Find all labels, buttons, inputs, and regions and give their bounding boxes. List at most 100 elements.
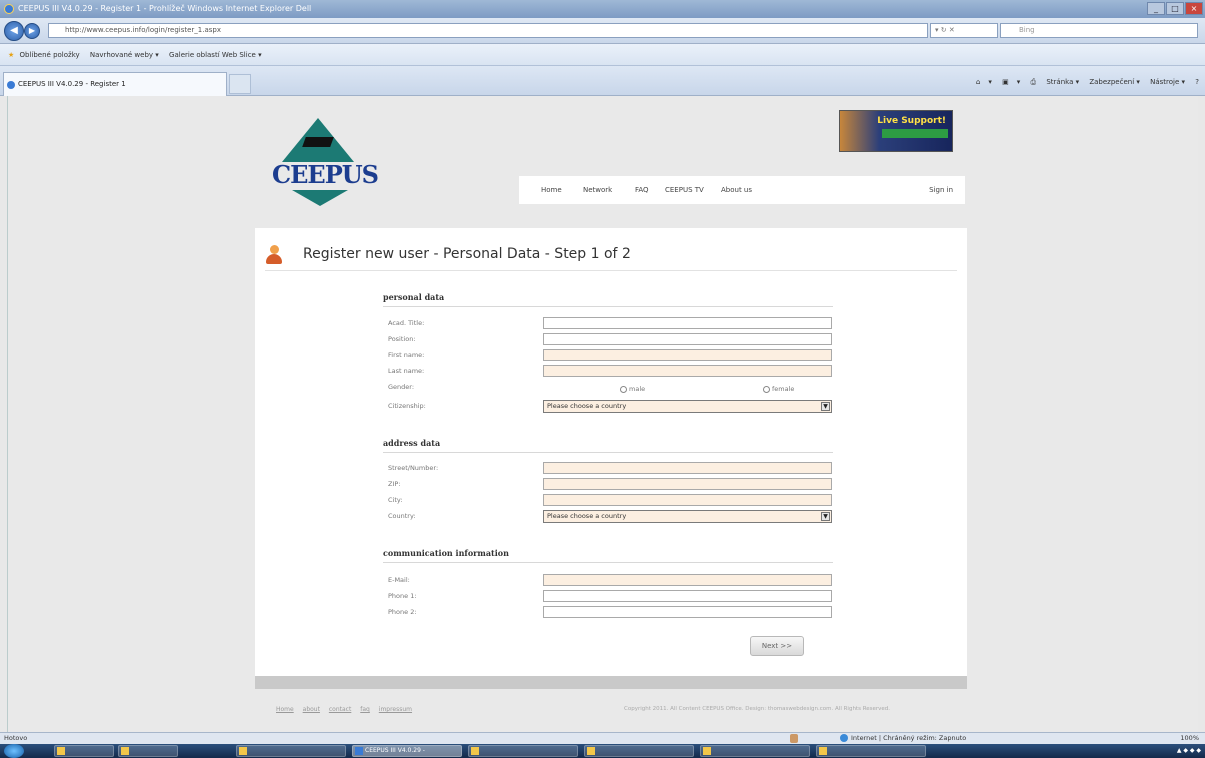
nav-about-us[interactable]: About us [721, 176, 752, 204]
label-zip: ZIP: [388, 480, 401, 488]
favorites-star-icon[interactable]: ★ [8, 51, 14, 59]
security-shield-icon[interactable] [790, 734, 798, 743]
label-last-name: Last name: [388, 367, 425, 375]
start-button[interactable] [4, 744, 24, 758]
citizenship-select[interactable]: Please choose a country ▼ [543, 400, 832, 413]
section-address-data: address data [383, 438, 441, 448]
internet-explorer-icon [355, 747, 363, 755]
taskbar-item[interactable] [54, 745, 114, 757]
position-input[interactable] [543, 333, 832, 345]
maximize-button[interactable]: □ [1166, 2, 1184, 15]
new-tab-button[interactable] [229, 74, 251, 94]
safety-menu[interactable]: Zabezpečení ▾ [1089, 78, 1140, 86]
taskbar-item-active[interactable]: CEEPUS III V4.0.29 - [352, 745, 462, 757]
system-tray[interactable]: ▲ ◆ ◆ ◆ [1177, 745, 1201, 757]
security-zone[interactable]: Internet | Chráněný režim: Zapnuto [840, 733, 966, 744]
command-bar: ⌂ ▾ ▣ ▾ ⎙ Stránka ▾ Zabezpečení ▾ Nástroje… [968, 74, 1199, 90]
first-name-input[interactable] [543, 349, 832, 361]
close-button[interactable]: × [1185, 2, 1203, 15]
panel-footer-bar [255, 676, 967, 689]
address-input[interactable]: http://www.ceepus.info/login/register_1.… [48, 23, 928, 38]
gender-female-radio[interactable]: female [763, 385, 794, 393]
feeds-icon[interactable]: ▣ [1002, 78, 1009, 86]
footer-link-impressum[interactable]: impressum [379, 706, 412, 713]
logo-text: CEEPUS [272, 160, 379, 189]
gender-male-radio[interactable]: male [620, 385, 645, 393]
footer-links: Home about contact faq impressum [276, 706, 419, 713]
chevron-down-icon: ▼ [821, 402, 830, 411]
registration-panel: Register new user - Personal Data - Step… [255, 228, 967, 676]
country-selected: Please choose a country [547, 512, 627, 520]
user-icon [265, 245, 283, 265]
zoom-level[interactable]: 100% [1180, 733, 1199, 744]
fav-item-web-slice[interactable]: Galerie oblastí Web Slice ▾ [169, 51, 262, 59]
city-input[interactable] [543, 494, 832, 506]
label-phone1: Phone 1: [388, 592, 417, 600]
page-favicon-icon [7, 81, 15, 89]
app-icon [239, 747, 247, 755]
label-country: Country: [388, 512, 416, 520]
taskbar-item[interactable] [700, 745, 810, 757]
label-position: Position: [388, 335, 416, 343]
nav-network[interactable]: Network [583, 176, 612, 204]
zip-input[interactable] [543, 478, 832, 490]
favorites-bar: ★ Oblíbené položky Navrhované weby ▾ Gal… [0, 44, 1205, 66]
nav-faq[interactable]: FAQ [635, 176, 649, 204]
favorites-button[interactable]: Oblíbené položky [20, 51, 80, 59]
phone2-input[interactable] [543, 606, 832, 618]
app-icon [703, 747, 711, 755]
globe-icon [840, 734, 848, 742]
live-support-banner[interactable]: Live Support! [839, 110, 953, 152]
live-support-status-bar [882, 129, 948, 138]
chevron-down-icon: ▼ [821, 512, 830, 521]
label-phone2: Phone 2: [388, 608, 417, 616]
zone-label: Internet | Chráněný režim: Zapnuto [851, 734, 967, 742]
last-name-input[interactable] [543, 365, 832, 377]
back-button[interactable]: ◀ [4, 21, 24, 41]
ceepus-logo[interactable]: CEEPUS [268, 112, 386, 208]
internet-explorer-icon [4, 4, 14, 14]
tab-label: CEEPUS III V4.0.29 - Register 1 [18, 80, 126, 88]
nav-home[interactable]: Home [541, 176, 562, 204]
street-input[interactable] [543, 462, 832, 474]
refresh-stop-buttons[interactable]: ▾ ↻ ✕ [930, 23, 998, 38]
forward-button[interactable]: ▶ [24, 23, 40, 39]
label-gender: Gender: [388, 383, 415, 391]
taskbar-item[interactable] [816, 745, 926, 757]
taskbar-item[interactable] [584, 745, 694, 757]
title-divider [265, 270, 957, 271]
fav-item-suggested-sites[interactable]: Navrhované weby ▾ [90, 51, 159, 59]
radio-dot [763, 385, 770, 393]
feeds-dropdown[interactable]: ▾ [1017, 78, 1021, 86]
home-icon[interactable]: ⌂ [976, 78, 980, 86]
page-title: Register new user - Personal Data - Step… [303, 246, 631, 262]
footer-link-contact[interactable]: contact [329, 706, 351, 713]
footer-link-home[interactable]: Home [276, 706, 294, 713]
app-icon [819, 747, 827, 755]
search-input[interactable]: Bing [1000, 23, 1198, 38]
page-menu[interactable]: Stránka ▾ [1046, 78, 1079, 86]
footer-link-about[interactable]: about [303, 706, 320, 713]
label-street: Street/Number: [388, 464, 439, 472]
phone1-input[interactable] [543, 590, 832, 602]
taskbar-item[interactable] [118, 745, 178, 757]
minimize-button[interactable]: _ [1147, 2, 1165, 15]
country-select[interactable]: Please choose a country ▼ [543, 510, 832, 523]
tools-menu[interactable]: Nástroje ▾ [1150, 78, 1185, 86]
footer-link-faq[interactable]: faq [360, 706, 370, 713]
next-button[interactable]: Next >> [750, 636, 804, 656]
windows-taskbar: CEEPUS III V4.0.29 - ▲ ◆ ◆ ◆ [0, 744, 1205, 758]
app-icon [121, 747, 129, 755]
email-input[interactable] [543, 574, 832, 586]
label-email: E-Mail: [388, 576, 410, 584]
window-title: CEEPUS III V4.0.29 - Register 1 - Prohlí… [18, 4, 312, 13]
help-icon[interactable]: ? [1195, 78, 1199, 86]
acad-title-input[interactable] [543, 317, 832, 329]
home-dropdown[interactable]: ▾ [988, 78, 992, 86]
nav-ceepus-tv[interactable]: CEEPUS TV [665, 176, 704, 204]
taskbar-item[interactable] [468, 745, 578, 757]
taskbar-item[interactable] [236, 745, 346, 757]
print-icon[interactable]: ⎙ [1031, 78, 1037, 86]
sign-in-link[interactable]: Sign in [929, 176, 953, 204]
tab-register[interactable]: CEEPUS III V4.0.29 - Register 1 [3, 72, 227, 96]
